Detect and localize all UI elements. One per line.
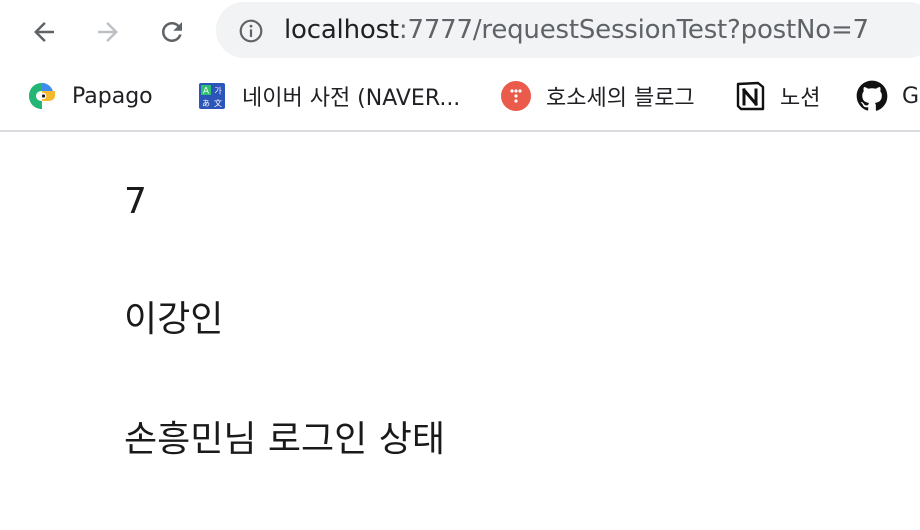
reload-icon [162,22,182,42]
bookmark-label: G [902,83,920,109]
github-icon [856,80,888,112]
svg-text:가: 가 [214,87,222,96]
notion-icon [734,80,766,112]
bookmark-label: 네이버 사전 (NAVER... [242,86,461,111]
address-bar[interactable]: localhost:7777/requestSessionTest?postNo… [216,2,920,58]
author-name: 이강인 [124,299,224,340]
login-status: 손흥민님 로그인 상태 [124,419,445,460]
bookmark-label: 호소세의 블로그 [546,86,695,111]
svg-text:A: A [203,87,210,97]
svg-text:あ: あ [202,99,210,108]
papago-icon [26,80,58,112]
bookmark-label: 노션 [780,86,821,111]
bookmarks-bar: Papago A 가 あ 文 네이버 사전 (NAVER... 호소세의 블로그… [0,64,920,130]
bookmark-naver-dictionary[interactable]: A 가 あ 文 네이버 사전 (NAVER... [196,78,460,114]
browser-toolbar: localhost:7777/requestSessionTest?postNo… [0,0,920,64]
bookmark-notion[interactable]: 노션 [734,78,820,114]
reload-button[interactable] [152,12,192,52]
bookmark-label: Papago [72,83,153,109]
back-arrow-icon [34,22,54,42]
bookmark-papago[interactable]: Papago [26,78,153,114]
toolbar-divider [0,130,920,132]
svg-text:文: 文 [214,98,222,108]
post-number: 7 [124,181,147,222]
naver-dictionary-icon: A 가 あ 文 [196,80,228,112]
back-button[interactable] [24,12,64,52]
bookmark-github[interactable]: G [856,78,919,114]
url-path: :7777/requestSessionTest?postNo=7 [398,15,869,45]
forward-button[interactable] [88,12,128,52]
blog-icon [500,80,532,112]
url-text[interactable]: localhost:7777/requestSessionTest?postNo… [284,14,869,46]
site-info-icon[interactable] [238,18,264,44]
bookmark-blog[interactable]: 호소세의 블로그 [500,78,695,114]
forward-arrow-icon [98,22,118,42]
url-host: localhost [284,15,399,45]
